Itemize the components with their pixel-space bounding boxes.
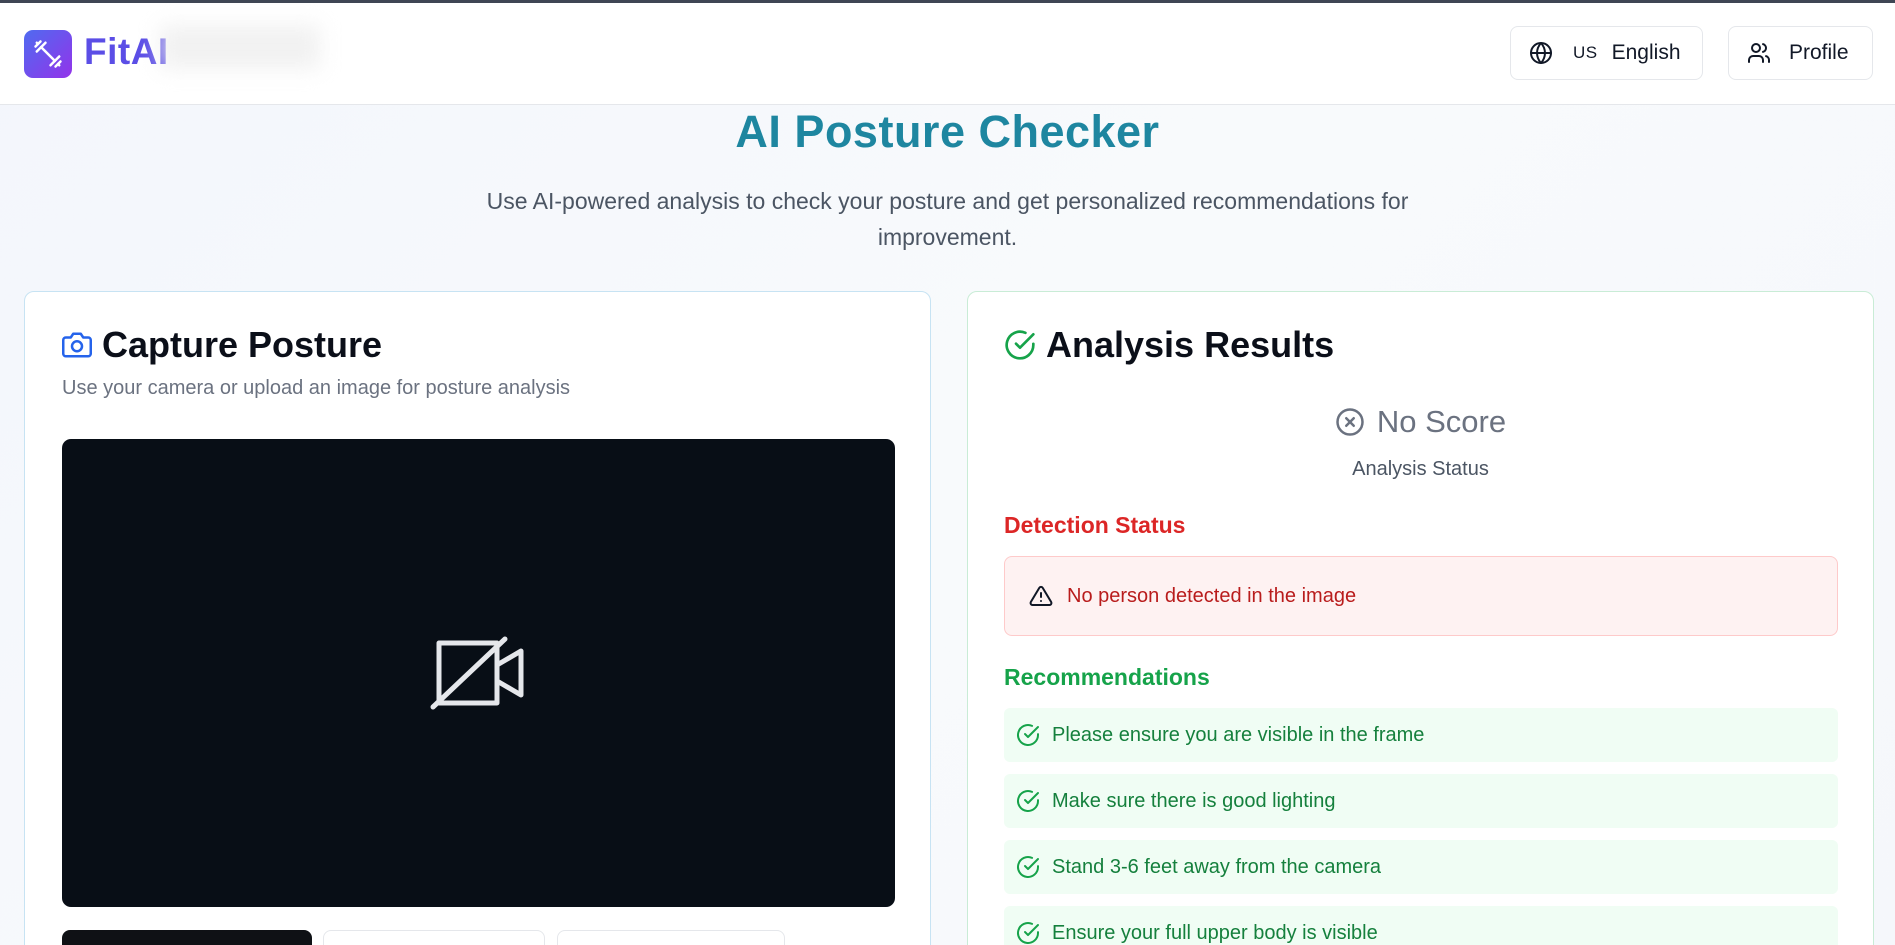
check-circle-icon [1016,723,1040,747]
x-circle-icon [1335,407,1365,437]
upload-image-button[interactable] [323,930,545,945]
page-title: AI Posture Checker [735,106,1160,157]
profile-button[interactable]: Profile [1728,26,1873,80]
start-camera-button[interactable] [62,930,312,945]
capture-title: Capture Posture [62,324,382,366]
check-circle-icon [1016,921,1040,945]
profile-label: Profile [1789,41,1849,64]
capture-description: Use your camera or upload an image for p… [62,377,571,399]
detection-status-heading: Detection Status [1004,512,1186,538]
video-off-icon [430,636,523,710]
alert-triangle-icon [1029,584,1053,608]
results-title: Analysis Results [1004,324,1334,366]
dumbbell-icon [34,40,62,68]
language-label: English [1611,41,1681,64]
check-circle-icon [1016,855,1040,879]
capture-title-text: Capture Posture [102,324,383,365]
recommendation-text: Please ensure you are visible in the fra… [1052,723,1425,746]
analysis-status-label: Analysis Status [1352,458,1489,480]
analysis-results-card: Analysis Results No Score Analysis Statu… [967,291,1874,945]
check-circle-icon [1016,789,1040,813]
recommendation-item: Stand 3-6 feet away from the camera [1004,840,1838,894]
globe-icon [1530,42,1552,64]
recommendation-item: Make sure there is good lighting [1004,774,1838,828]
score-label: No Score [1376,404,1507,439]
top-navbar: FitAI US English Profile [0,3,1895,105]
camera-icon [62,330,92,360]
check-circle-icon [1004,329,1036,361]
analyze-button[interactable] [557,930,785,945]
recommendation-item: Please ensure you are visible in the fra… [1004,708,1838,762]
blurred-region [160,25,320,69]
results-title-text: Analysis Results [1046,324,1335,365]
language-selector-button[interactable]: US English [1510,26,1703,80]
detection-message: No person detected in the image [1067,584,1357,607]
recommendation-text: Make sure there is good lighting [1052,789,1336,812]
page-subtitle: Use AI-powered analysis to check your po… [486,188,1409,250]
recommendation-text: Ensure your full upper body is visible [1052,921,1378,944]
recommendations-heading: Recommendations [1004,664,1210,690]
logo-badge[interactable] [24,30,72,78]
recommendation-item: Ensure your full upper body is visible [1004,906,1838,945]
flag-code: US [1573,43,1598,62]
score-display: No Score [968,404,1873,440]
capture-posture-card: Capture Posture Use your camera or uploa… [24,291,931,945]
detection-alert: No person detected in the image [1004,556,1838,636]
app-name[interactable]: FitAI [84,31,169,73]
recommendation-text: Stand 3-6 feet away from the camera [1052,855,1382,878]
camera-preview[interactable] [62,439,895,907]
users-icon [1748,43,1770,63]
